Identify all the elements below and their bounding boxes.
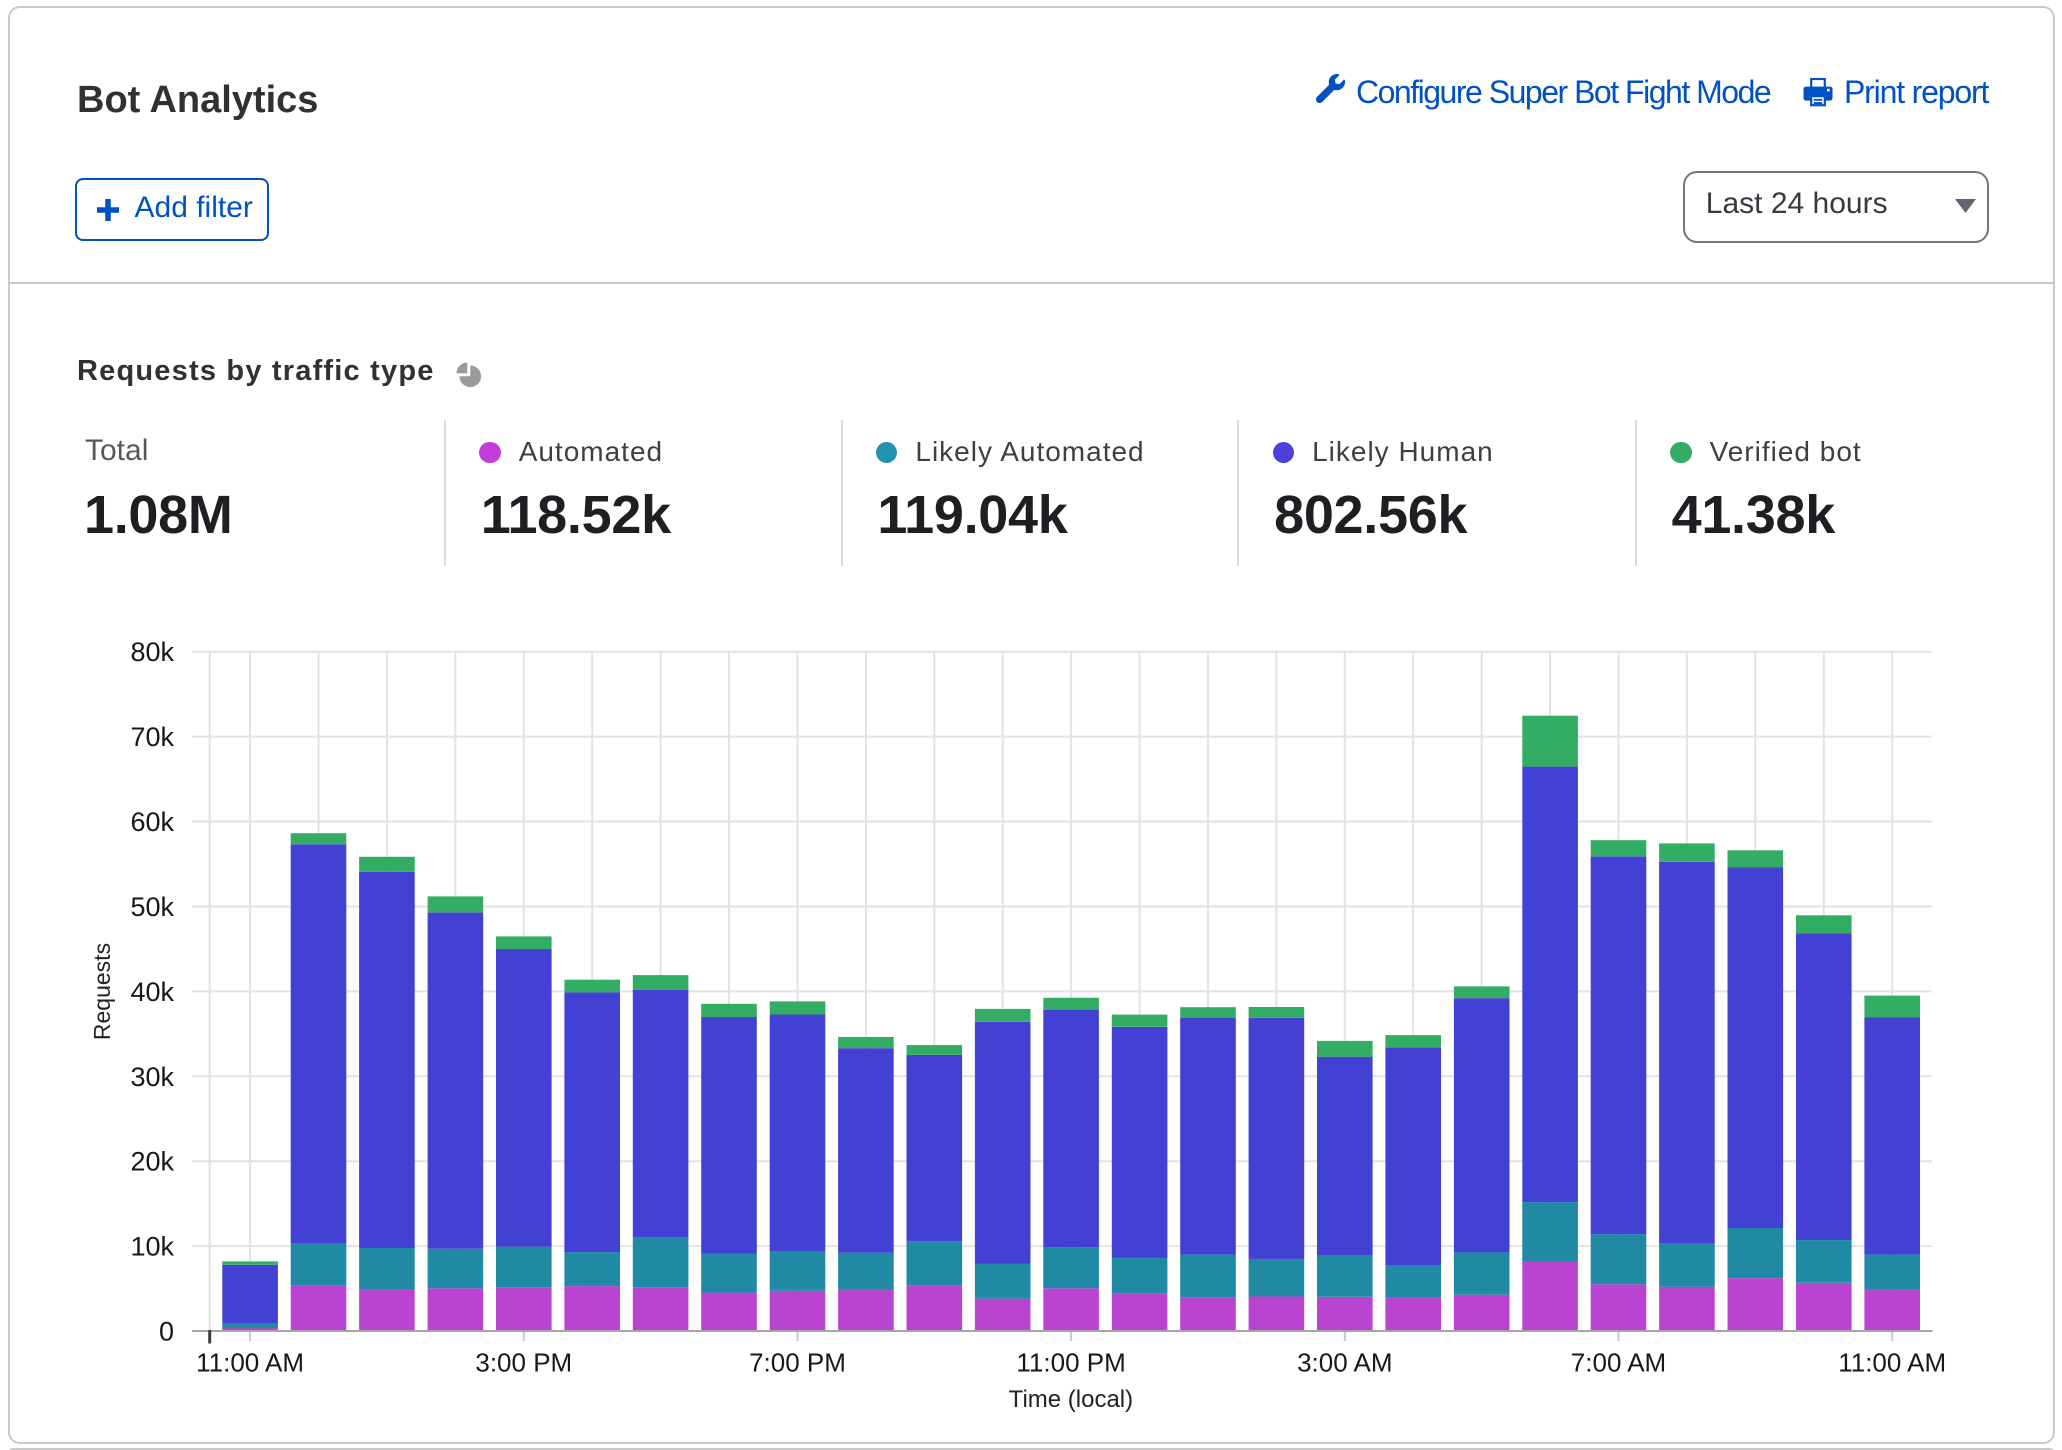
svg-text:3:00 AM: 3:00 AM [1297,1348,1392,1378]
svg-text:50k: 50k [130,892,174,922]
svg-text:20k: 20k [130,1147,174,1177]
svg-text:80k: 80k [130,637,174,667]
svg-text:0: 0 [159,1317,174,1347]
svg-text:70k: 70k [130,722,174,752]
svg-text:7:00 AM: 7:00 AM [1571,1348,1666,1378]
svg-text:30k: 30k [130,1062,174,1092]
svg-text:60k: 60k [130,807,174,837]
svg-text:40k: 40k [130,977,174,1007]
svg-text:Time (local): Time (local) [1009,1386,1133,1413]
svg-text:3:00 PM: 3:00 PM [475,1348,572,1378]
svg-text:11:00 AM: 11:00 AM [196,1348,304,1378]
svg-text:Requests: Requests [89,943,115,1040]
svg-text:11:00 PM: 11:00 PM [1016,1348,1125,1378]
svg-text:10k: 10k [130,1232,174,1262]
svg-text:7:00 PM: 7:00 PM [749,1348,846,1378]
svg-text:11:00 AM: 11:00 AM [1838,1348,1946,1378]
